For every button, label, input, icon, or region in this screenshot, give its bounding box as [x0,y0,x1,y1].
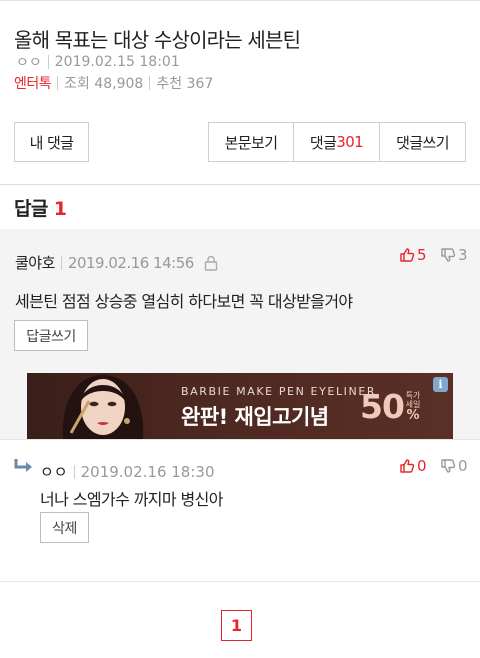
comments-label: 댓글 [309,133,337,152]
comments-count: 301 [336,133,364,151]
pagination-current-page[interactable]: 1 [221,610,252,641]
ad-main-text: 완판! 재입고기념 [181,405,329,429]
meta-separator [47,55,49,69]
thumbs-up-icon [399,247,415,263]
comment-author: 쿨야호 [15,254,55,272]
comments-button[interactable]: 댓글 301 [293,122,380,162]
reply-dislike-count: 0 [458,457,468,475]
comment-datetime: 2019.02.16 14:56 [67,253,194,272]
comment-dislike-button[interactable]: 3 [440,246,468,264]
meta-separator [60,255,62,270]
thumbs-down-icon [440,247,456,263]
reply-text: 너나 스엠가수 까지마 병신아 [40,490,224,509]
replies-label: 답글 [14,198,48,220]
comment-dislike-count: 3 [458,246,468,264]
ad-percent: 50 [360,387,405,426]
thumbs-down-icon [440,458,456,474]
reply-meta: ㅇㅇ 2019.02.16 18:30 [40,461,215,482]
post-recommends: 추천 367 [156,76,214,92]
thumbs-up-icon [399,458,415,474]
reply-datetime: 2019.02.16 18:30 [80,462,215,481]
post-views: 조회 48,908 [64,76,144,92]
reply-author: ㅇㅇ [40,463,68,481]
replies-count: 1 [53,198,67,220]
ad-model-image [53,373,151,439]
write-comment-button[interactable]: 댓글쓰기 [379,122,466,162]
view-body-button[interactable]: 본문보기 [208,122,294,162]
post-author: ㅇㅇ [16,55,42,71]
delete-button[interactable]: 삭제 [40,512,89,543]
post-meta-author-row: ㅇㅇ 2019.02.15 18:01 [16,52,180,72]
meta-separator [57,76,59,90]
post-category-link[interactable]: 엔터톡 [14,73,52,93]
ad-top-text: BARBIE MAKE PEN EYELINER [181,385,377,398]
ad-divider [0,439,480,440]
comment-like-button[interactable]: 5 [399,246,427,264]
reply-arrow-icon [13,457,35,477]
lock-icon [204,255,218,271]
my-comments-button[interactable]: 내 댓글 [14,122,89,162]
ad-banner[interactable]: BARBIE MAKE PEN EYELINER 완판! 재입고기념 50 특가… [27,373,453,439]
reply-like-button[interactable]: 0 [399,457,427,475]
pagination-divider [0,581,480,582]
post-meta-stats-row: 엔터톡 조회 48,908 추천 367 [14,73,213,93]
reply-like-count: 0 [417,457,427,475]
ad-side-text: 특가 세일 % [405,391,421,423]
meta-separator [149,76,151,90]
comment-text: 세븐틴 점점 상승중 열심히 하다보면 꼭 대상받을거야 [15,292,353,311]
section-divider [0,184,480,185]
comment-like-count: 5 [417,246,427,264]
ad-info-icon[interactable]: i [433,377,448,392]
top-divider [0,0,480,1]
post-title: 올해 목표는 대상 수상이라는 세븐틴 [14,28,301,52]
post-datetime: 2019.02.15 18:01 [54,54,180,70]
replies-heading: 답글 1 [14,194,67,221]
meta-separator [73,464,75,479]
reply-dislike-button[interactable]: 0 [440,457,468,475]
reply-write-button[interactable]: 답글쓰기 [14,320,88,351]
comment-meta: 쿨야호 2019.02.16 14:56 [15,252,218,273]
